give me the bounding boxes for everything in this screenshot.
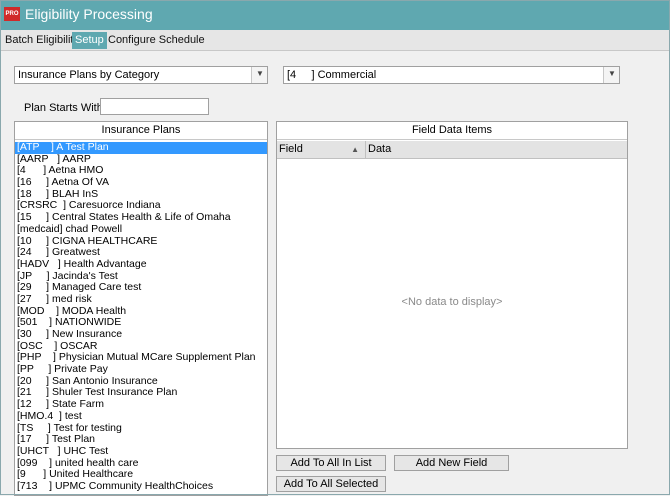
tab-configure-schedule[interactable]: Configure Schedule — [105, 32, 208, 49]
list-item[interactable]: [PP ] Private Pay — [15, 363, 267, 376]
tab-strip: Batch Eligibility Setup Configure Schedu… — [0, 30, 670, 51]
empty-grid-message: <No data to display> — [401, 296, 503, 308]
add-to-all-in-list-button[interactable]: Add To All In List — [276, 455, 386, 471]
column-field-label: Field — [279, 143, 303, 155]
app-logo-icon: PRO — [4, 7, 20, 21]
field-data-items-panel: Field Data Items Field ▲ Data <No data t… — [276, 121, 628, 449]
list-item[interactable]: [30 ] New Insurance — [15, 328, 267, 341]
list-item[interactable]: [ATP ] A Test Plan — [15, 142, 267, 154]
category-mode-value: Insurance Plans by Category — [18, 69, 160, 81]
title-bar: PRO Eligibility Processing — [0, 0, 670, 30]
list-item[interactable]: [HADV ] Health Advantage — [15, 258, 267, 271]
field-data-items-header: Field Data Items — [277, 122, 627, 140]
insurance-plans-header: Insurance Plans — [15, 122, 267, 140]
list-item[interactable]: [HMO.4 ] test — [15, 410, 267, 423]
tab-setup[interactable]: Setup — [72, 32, 107, 49]
field-data-grid-header: Field ▲ Data — [277, 141, 627, 159]
column-header-data[interactable]: Data — [366, 141, 627, 158]
category-value: [4 ] Commercial — [287, 69, 377, 81]
chevron-down-icon: ▼ — [608, 69, 616, 78]
window-title: Eligibility Processing — [25, 6, 153, 22]
category-mode-dropdown-button[interactable]: ▼ — [251, 67, 267, 83]
list-item[interactable]: [713 ] UPMC Community HealthChoices — [15, 480, 267, 493]
add-to-all-selected-button[interactable]: Add To All Selected — [276, 476, 386, 492]
insurance-plans-panel: Insurance Plans [ATP ] A Test Plan [AARP … — [14, 121, 268, 496]
chevron-down-icon: ▼ — [256, 69, 264, 78]
setup-panel: Insurance Plans by Category ▼ [4 ] Comme… — [0, 51, 670, 496]
list-item[interactable]: [UHCT ] UHC Test — [15, 445, 267, 458]
insurance-plans-list[interactable]: [ATP ] A Test Plan [AARP ] AARP [4 ] Aetna… — [15, 142, 267, 495]
plan-starts-with-input[interactable] — [100, 98, 209, 115]
plan-starts-with-label: Plan Starts With: — [24, 102, 106, 114]
tab-batch-eligibility[interactable]: Batch Eligibility — [2, 32, 82, 49]
list-item[interactable]: [27 ] med risk — [15, 293, 267, 306]
list-item[interactable]: [medcaid] chad Powell — [15, 223, 267, 236]
list-item[interactable]: [16 ] Aetna Of VA — [15, 176, 267, 189]
category-value-dropdown-button[interactable]: ▼ — [603, 67, 619, 83]
category-value-dropdown[interactable]: [4 ] Commercial ▼ — [283, 66, 620, 84]
category-mode-dropdown[interactable]: Insurance Plans by Category ▼ — [14, 66, 268, 84]
column-header-field[interactable]: Field ▲ — [277, 141, 366, 158]
add-new-field-button[interactable]: Add New Field — [394, 455, 509, 471]
sort-ascending-icon: ▲ — [351, 145, 359, 154]
